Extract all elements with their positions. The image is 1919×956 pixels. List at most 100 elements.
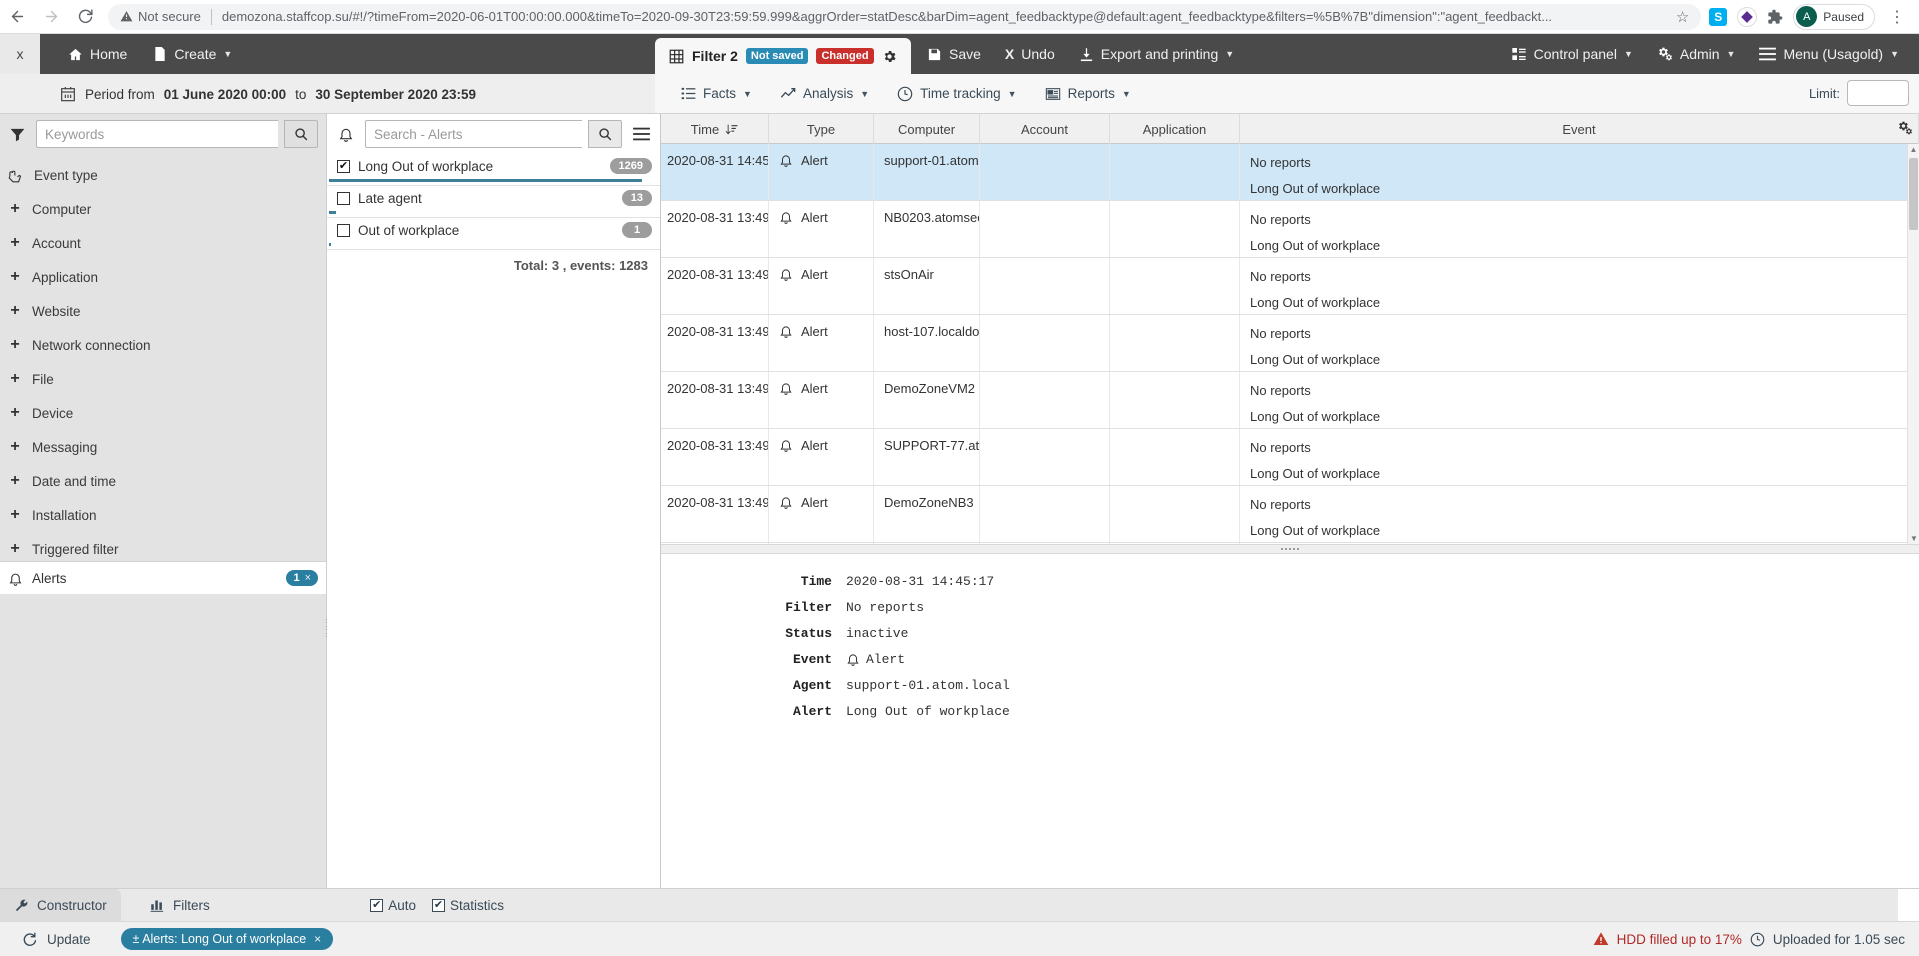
save-label: Save: [949, 46, 981, 62]
limit-control: Limit:: [1809, 80, 1909, 106]
sidebar-item-alerts[interactable]: Alerts 1 ×: [0, 561, 326, 594]
address-bar[interactable]: Not secure demozona.staffcop.su/#!/?time…: [108, 4, 1701, 30]
column-header-type[interactable]: Type: [769, 114, 874, 144]
table-row[interactable]: 2020-08-31 13:49:43 Alert NB0203.atomsec…: [661, 201, 1919, 258]
grid-detail-splitter[interactable]: [661, 544, 1919, 554]
keywords-input[interactable]: [36, 120, 278, 148]
column-header-time[interactable]: Time: [661, 114, 769, 144]
alerts-panel-menu-icon[interactable]: [628, 127, 654, 141]
sidebar-dimension-list: Event type + Computer + Account + Applic…: [0, 154, 326, 566]
table-row[interactable]: 2020-08-31 13:49:43 Alert stsOnAir No re…: [661, 258, 1919, 315]
scroll-up-arrow-icon[interactable]: ▲: [1908, 144, 1919, 155]
topbar-actions: Save X Undo Export and printing ▼: [915, 34, 1246, 74]
column-header-application[interactable]: Application: [1110, 114, 1240, 144]
filter-settings-gear-icon[interactable]: [882, 49, 897, 64]
forward-icon[interactable]: [34, 2, 68, 32]
sidebar-item-messaging[interactable]: + Messaging: [0, 430, 326, 464]
chip-close-icon[interactable]: ×: [314, 932, 321, 946]
bell-icon: [779, 381, 793, 395]
puzzle-extensions-icon[interactable]: [1767, 9, 1783, 25]
active-filter-chip[interactable]: ± Alerts: Long Out of workplace ×: [121, 928, 334, 950]
statistics-checkbox[interactable]: Statistics: [432, 898, 504, 913]
tab-filters[interactable]: Filters: [136, 889, 224, 922]
sidebar-item-application[interactable]: + Application: [0, 260, 326, 294]
sidebar-item-event-type[interactable]: Event type: [0, 158, 326, 192]
auto-checkbox[interactable]: Auto: [370, 898, 416, 913]
column-header-account[interactable]: Account: [980, 114, 1110, 144]
grid-settings-gear-icon[interactable]: [1897, 120, 1913, 136]
reload-icon[interactable]: [68, 2, 102, 32]
admin-button[interactable]: Admin ▼: [1645, 34, 1748, 74]
cell-time: 2020-08-31 13:49:43: [661, 429, 769, 485]
create-button[interactable]: Create ▼: [141, 34, 244, 74]
list-item[interactable]: Out of workplace 1: [327, 218, 660, 242]
analysis-menu[interactable]: Analysis ▼: [768, 74, 881, 114]
skype-extension-icon[interactable]: S: [1709, 8, 1727, 26]
time-tracking-menu[interactable]: Time tracking ▼: [885, 74, 1028, 114]
events-grid-region: Time Type Computer Account Application E…: [661, 114, 1919, 888]
sidebar-item-date-and-time[interactable]: + Date and time: [0, 464, 326, 498]
update-button[interactable]: Update: [0, 932, 91, 947]
table-row[interactable]: 2020-08-31 13:49:43 Alert SUPPORT-77.ato…: [661, 429, 1919, 486]
chart-line-icon: [780, 86, 796, 102]
sidebar-item-installation[interactable]: + Installation: [0, 498, 326, 532]
alerts-remove-icon[interactable]: ×: [305, 572, 311, 584]
refresh-icon: [22, 932, 37, 947]
sidebar-item-network-connection[interactable]: + Network connection: [0, 328, 326, 362]
table-row[interactable]: 2020-08-31 13:49:43 Alert DemoZoneVM2 No…: [661, 372, 1919, 429]
table-row[interactable]: 2020-08-31 13:49:43 Alert DemoZoneNB3 No…: [661, 486, 1919, 543]
undo-button[interactable]: X Undo: [993, 34, 1067, 74]
star-icon[interactable]: ☆: [1676, 8, 1689, 26]
table-row[interactable]: 2020-08-31 13:49:43 Alert host-107.local…: [661, 315, 1919, 372]
sidebar-item-website[interactable]: + Website: [0, 294, 326, 328]
newspaper-report-icon: [1045, 86, 1061, 102]
facts-menu[interactable]: Facts ▼: [669, 74, 764, 114]
tab-constructor[interactable]: Constructor: [0, 889, 121, 922]
chevron-down-icon: ▼: [223, 49, 232, 59]
sidebar-item-device[interactable]: + Device: [0, 396, 326, 430]
period-prefix-label: Period from: [85, 87, 155, 102]
export-button[interactable]: Export and printing ▼: [1067, 34, 1246, 74]
alert-bar: [329, 243, 331, 246]
limit-input[interactable]: [1847, 80, 1909, 106]
cell-type-label: Alert: [801, 438, 828, 453]
diamond-extension-icon[interactable]: [1737, 7, 1757, 27]
list-item[interactable]: Late agent 13: [327, 186, 660, 210]
profile-status-pill[interactable]: A Paused: [1793, 4, 1875, 30]
scrollbar-thumb[interactable]: [1909, 158, 1918, 230]
column-header-event[interactable]: Event: [1240, 114, 1919, 144]
back-icon[interactable]: [0, 2, 34, 32]
checkbox-checked-icon[interactable]: [337, 160, 350, 173]
table-row[interactable]: 2020-08-31 14:45:17 Alert support-01.ato…: [661, 144, 1919, 201]
reports-menu[interactable]: Reports ▼: [1033, 74, 1143, 114]
sidebar-item-account[interactable]: + Account: [0, 226, 326, 260]
sidebar-item-file[interactable]: + File: [0, 362, 326, 396]
cell-event-line2: Long Out of workplace: [1250, 464, 1910, 484]
alerts-search-input[interactable]: [365, 120, 582, 148]
scroll-down-arrow-icon[interactable]: ▼: [1908, 533, 1919, 544]
checkbox-icon[interactable]: [337, 192, 350, 205]
grid-vertical-scrollbar[interactable]: ▲ ▼: [1907, 144, 1919, 544]
sidebar-item-computer[interactable]: + Computer: [0, 192, 326, 226]
user-menu-button[interactable]: Menu (Usagold) ▼: [1747, 34, 1911, 74]
bell-icon: [846, 652, 860, 666]
column-header-computer[interactable]: Computer: [874, 114, 980, 144]
table-row[interactable]: 2020-08-31 13:49:43 Alert DESKTOP-U0BRDO…: [661, 543, 1919, 544]
control-panel-button[interactable]: Control panel ▼: [1499, 34, 1645, 74]
period-display[interactable]: Period from 01 June 2020 00:00 to 30 Sep…: [60, 74, 476, 114]
checkbox-icon[interactable]: [337, 224, 350, 237]
keywords-search-button[interactable]: [284, 120, 318, 148]
cell-account: [980, 315, 1110, 371]
save-button[interactable]: Save: [915, 34, 993, 74]
checkbox-checked-icon: [370, 899, 383, 912]
filter-tab[interactable]: Filter 2 Not saved Changed: [655, 38, 911, 74]
alerts-count-badge[interactable]: 1 ×: [286, 570, 318, 586]
kebab-menu-icon[interactable]: ⋮: [1885, 7, 1913, 27]
alerts-search-button[interactable]: [588, 120, 622, 148]
cell-type-label: Alert: [801, 381, 828, 396]
reports-label: Reports: [1068, 86, 1115, 101]
sort-desc-icon[interactable]: [725, 123, 738, 136]
home-button[interactable]: Home: [56, 34, 139, 74]
list-item[interactable]: Long Out of workplace 1269: [327, 154, 660, 178]
close-tab-button[interactable]: x: [0, 34, 40, 74]
